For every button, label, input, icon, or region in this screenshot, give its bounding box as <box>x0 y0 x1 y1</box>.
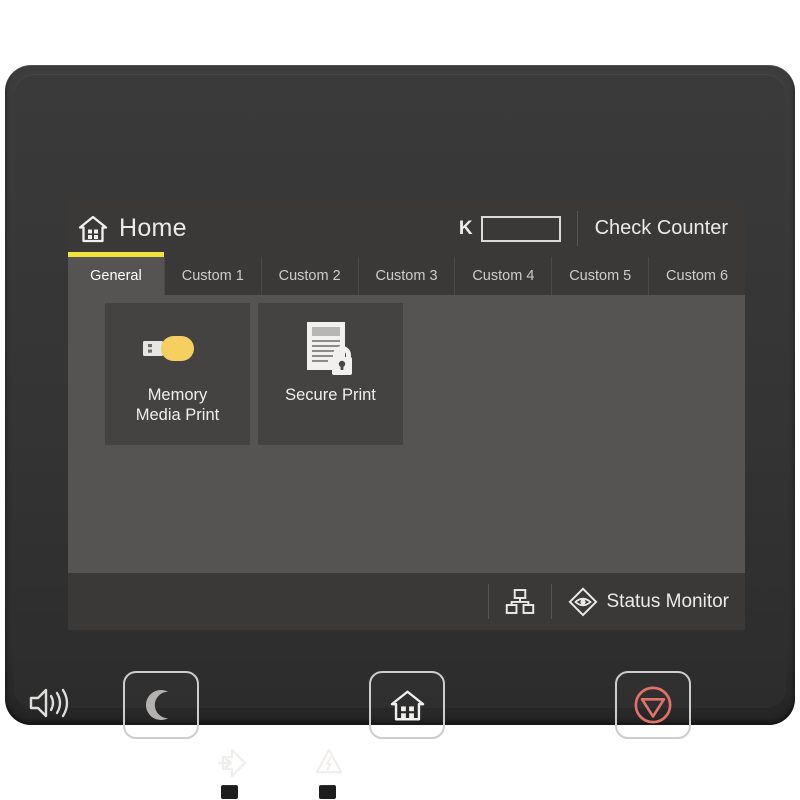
tab-custom-5[interactable]: Custom 5 <box>552 257 650 295</box>
header-right-group: K Check Counter <box>449 200 745 257</box>
tile-secure-print[interactable]: Secure Print <box>258 303 403 445</box>
printer-control-panel: Home K Check Counter General Custom 1 Cu… <box>5 65 795 799</box>
error-led-housing <box>319 785 336 799</box>
warning-triangle-icon <box>315 747 343 777</box>
lcd-touchscreen[interactable]: Home K Check Counter General Custom 1 Cu… <box>68 200 745 630</box>
toner-level-indicator: K <box>449 200 577 257</box>
home-button[interactable] <box>369 671 445 739</box>
tab-custom-2[interactable]: Custom 2 <box>261 257 359 295</box>
data-arrow-icon <box>217 747 247 778</box>
tab-general[interactable]: General <box>68 252 165 295</box>
speaker-volume-icon <box>27 685 71 721</box>
usb-drive-icon <box>141 317 215 379</box>
tab-custom-3[interactable]: Custom 3 <box>358 257 456 295</box>
screen-header: Home K Check Counter <box>68 200 745 257</box>
toner-level-bar <box>480 215 561 242</box>
toner-color-label: K <box>458 217 473 239</box>
check-counter-button[interactable]: Check Counter <box>578 200 745 257</box>
house-icon <box>390 689 425 722</box>
status-monitor-button[interactable]: Status Monitor <box>552 573 746 630</box>
tab-bar: General Custom 1 Custom 2 Custom 3 Custo… <box>68 252 745 295</box>
status-monitor-eye-icon <box>568 586 598 617</box>
home-icon <box>78 215 108 243</box>
sleep-button[interactable] <box>123 671 199 739</box>
status-monitor-label: Status Monitor <box>606 590 730 612</box>
stop-icon <box>633 685 673 725</box>
app-tile-panel: Memory Media Print Secure Print <box>68 295 745 573</box>
tile-label-secure-print: Secure Print <box>285 386 376 404</box>
tab-custom-4[interactable]: Custom 4 <box>455 257 553 295</box>
tab-custom-1[interactable]: Custom 1 <box>164 257 262 295</box>
tile-label-memory-media-print: Memory Media Print <box>135 386 220 424</box>
moon-icon <box>146 688 176 722</box>
page-title: Home <box>119 214 187 242</box>
tab-custom-6[interactable]: Custom 6 <box>649 257 745 295</box>
network-icon <box>505 588 535 615</box>
data-led-housing <box>221 785 238 799</box>
home-title-group: Home <box>68 214 187 243</box>
document-lock-icon <box>303 317 359 379</box>
tile-memory-media-print[interactable]: Memory Media Print <box>105 303 250 445</box>
tile-grid: Memory Media Print Secure Print <box>68 295 745 445</box>
network-button[interactable] <box>489 573 551 630</box>
stop-button[interactable] <box>615 671 691 739</box>
status-bar: Status Monitor <box>68 573 745 630</box>
